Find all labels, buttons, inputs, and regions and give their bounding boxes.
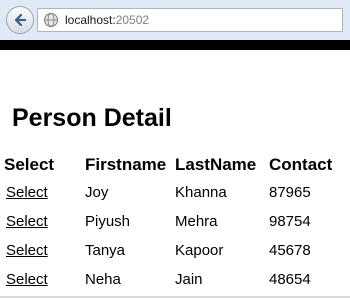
browser-toolbar: localhost:20502 — [0, 0, 350, 40]
header-firstname: Firstname — [85, 155, 167, 174]
lastname-cell: Kapoor — [175, 242, 224, 259]
url-text: localhost:20502 — [65, 13, 149, 27]
globe-icon — [44, 13, 58, 27]
select-link[interactable]: Select — [6, 183, 48, 203]
select-link[interactable]: Select — [6, 270, 48, 290]
url-port: 20502 — [115, 13, 150, 27]
contact-cell: 98754 — [269, 213, 311, 230]
address-bar[interactable]: localhost:20502 — [37, 8, 343, 32]
url-host: localhost: — [65, 13, 116, 27]
select-link[interactable]: Select — [6, 212, 48, 232]
header-select: Select — [4, 155, 55, 174]
back-button[interactable] — [6, 6, 34, 34]
header-lastname: LastName — [175, 155, 257, 174]
back-arrow-icon — [14, 13, 27, 27]
lastname-cell: Mehra — [175, 213, 218, 230]
select-link[interactable]: Select — [6, 241, 48, 261]
lastname-cell: Jain — [175, 271, 203, 288]
firstname-cell: Tanya — [85, 242, 126, 259]
header-contact: Contact — [269, 155, 333, 174]
firstname-cell: Piyush — [85, 213, 131, 230]
firstname-cell: Neha — [85, 271, 121, 288]
contact-cell: 45678 — [269, 242, 311, 259]
page-header-bar — [0, 40, 350, 50]
page-title: Person Detail — [12, 104, 172, 132]
contact-cell: 87965 — [269, 184, 311, 201]
firstname-cell: Joy — [85, 184, 109, 201]
lastname-cell: Khanna — [175, 184, 227, 201]
contact-cell: 48654 — [269, 271, 311, 288]
